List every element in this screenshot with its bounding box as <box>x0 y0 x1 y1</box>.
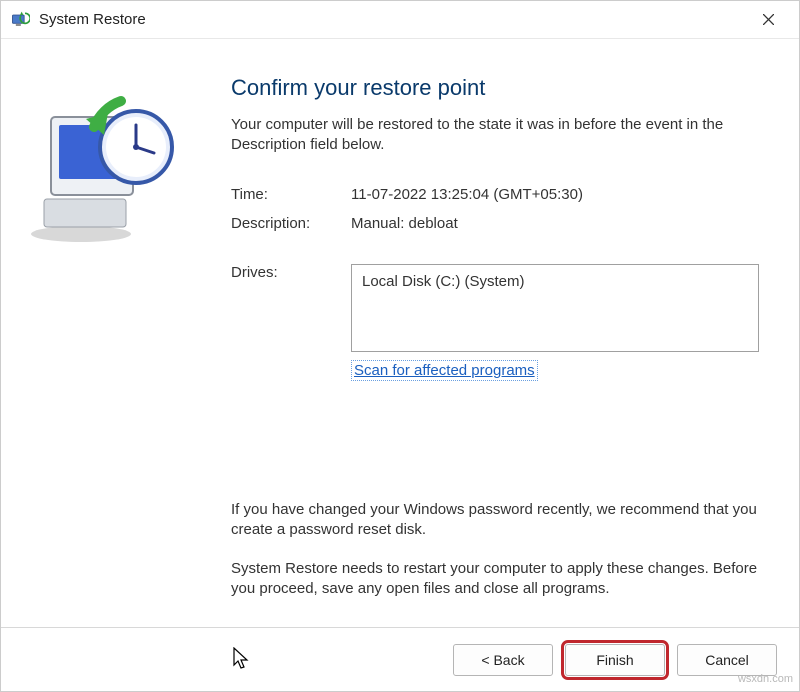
back-button[interactable]: < Back <box>453 644 553 676</box>
footer: < Back Finish Cancel <box>1 627 799 691</box>
description-value: Manual: debloat <box>351 215 759 232</box>
restore-graphic-icon <box>26 89 186 249</box>
drives-list[interactable]: Local Disk (C:) (System) <box>351 264 759 352</box>
system-restore-window: System Restore Confirm your restore poin <box>0 0 800 692</box>
close-button[interactable] <box>745 5 791 35</box>
time-label: Time: <box>231 186 351 203</box>
finish-button[interactable]: Finish <box>565 644 665 676</box>
scan-link-row: Scan for affected programs <box>351 362 759 379</box>
titlebar: System Restore <box>1 1 799 39</box>
scan-affected-programs-link[interactable]: Scan for affected programs <box>351 360 538 381</box>
description-label: Description: <box>231 215 351 232</box>
page-title: Confirm your restore point <box>231 75 759 101</box>
description-row: Description: Manual: debloat <box>231 215 759 232</box>
content-pane: Confirm your restore point Your computer… <box>216 39 799 627</box>
intro-text: Your computer will be restored to the st… <box>231 115 759 156</box>
drives-row: Drives: Local Disk (C:) (System) <box>231 264 759 352</box>
window-title: System Restore <box>39 11 745 28</box>
time-row: Time: 11-07-2022 13:25:04 (GMT+05:30) <box>231 186 759 203</box>
cursor-icon <box>233 647 251 677</box>
time-value: 11-07-2022 13:25:04 (GMT+05:30) <box>351 186 759 203</box>
drive-item: Local Disk (C:) (System) <box>362 273 748 290</box>
sidebar <box>1 39 216 627</box>
system-restore-icon <box>9 9 31 31</box>
restart-note: System Restore needs to restart your com… <box>231 559 759 600</box>
password-note: If you have changed your Windows passwor… <box>231 500 759 541</box>
drives-label: Drives: <box>231 264 351 352</box>
body-area: Confirm your restore point Your computer… <box>1 39 799 627</box>
cancel-button[interactable]: Cancel <box>677 644 777 676</box>
